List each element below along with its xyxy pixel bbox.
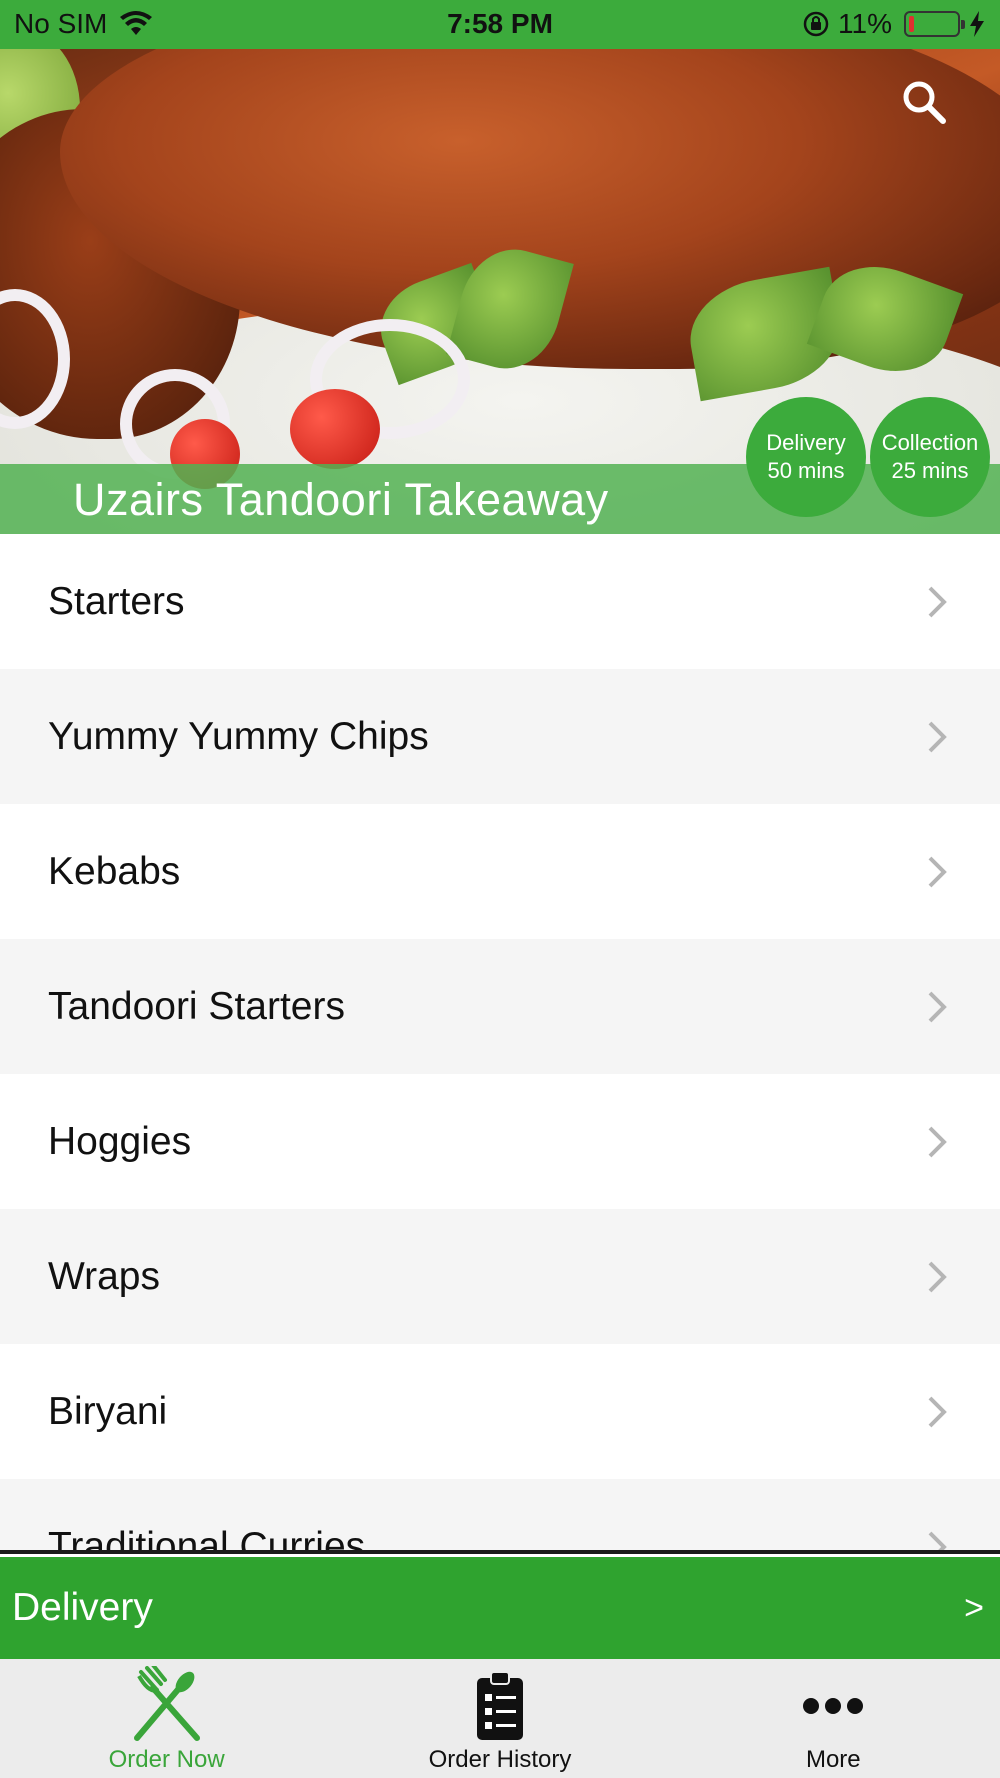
menu-item-tandoori-starters[interactable]: Tandoori Starters xyxy=(0,939,1000,1074)
delivery-badge-time: 50 mins xyxy=(767,458,845,483)
hero-banner: Uzairs Tandoori Takeaway Delivery 50 min… xyxy=(0,49,1000,534)
battery-percent: 11% xyxy=(838,8,892,39)
search-button[interactable] xyxy=(898,77,950,129)
chevron-right-icon xyxy=(928,856,947,887)
menu-item-label: Starters xyxy=(48,579,185,623)
menu-category-list[interactable]: Starters Yummy Yummy Chips Kebabs Tandoo… xyxy=(0,534,1000,1554)
menu-item-starters[interactable]: Starters xyxy=(0,534,1000,669)
menu-item-label: Hoggies xyxy=(48,1119,192,1163)
delivery-time-badge: Delivery 50 mins xyxy=(746,397,866,517)
fork-knife-icon xyxy=(127,1666,207,1746)
menu-item-yummy-yummy-chips[interactable]: Yummy Yummy Chips xyxy=(0,669,1000,804)
menu-item-label: Wraps xyxy=(48,1254,160,1298)
collection-badge-label: Collection xyxy=(881,430,979,455)
menu-item-label: Tandoori Starters xyxy=(48,984,345,1028)
tab-label: More xyxy=(805,1746,861,1773)
collection-badge-time: 25 mins xyxy=(891,458,969,483)
more-dots-icon xyxy=(802,1666,864,1746)
delivery-badge-label: Delivery xyxy=(766,430,846,455)
tab-more[interactable]: More xyxy=(667,1659,1000,1778)
delivery-mode-label: Delivery xyxy=(12,1586,153,1629)
menu-item-kebabs[interactable]: Kebabs xyxy=(0,804,1000,939)
battery-icon xyxy=(904,11,965,37)
list-divider xyxy=(0,1550,1000,1554)
chevron-right-icon xyxy=(928,721,947,752)
tab-order-history[interactable]: Order History xyxy=(333,1659,666,1778)
search-icon xyxy=(903,81,946,124)
chevron-right-icon xyxy=(928,991,947,1022)
menu-item-label: Biryani xyxy=(48,1389,168,1433)
charging-bolt-icon xyxy=(970,11,984,37)
status-right-group: 11% xyxy=(802,8,986,40)
menu-item-label: Yummy Yummy Chips xyxy=(48,714,429,758)
delivery-mode-arrow: > xyxy=(964,1588,984,1627)
status-bar: No SIM 7:58 PM 11% xyxy=(0,0,1000,49)
hero-tomato-image xyxy=(290,389,380,469)
tab-label: Order History xyxy=(428,1746,572,1773)
chevron-right-icon xyxy=(928,1396,947,1427)
bottom-tab-bar: Order Now Order History More xyxy=(0,1659,1000,1778)
tab-order-now[interactable]: Order Now xyxy=(0,1659,333,1778)
chevron-right-icon xyxy=(928,1261,947,1292)
chevron-right-icon xyxy=(928,1126,947,1157)
menu-item-wraps[interactable]: Wraps xyxy=(0,1209,1000,1344)
battery-fill xyxy=(909,16,914,32)
restaurant-name: Uzairs Tandoori Takeaway xyxy=(73,474,609,525)
delivery-mode-bar[interactable]: Delivery > xyxy=(0,1557,1000,1659)
chevron-right-icon xyxy=(928,586,947,617)
menu-item-hoggies[interactable]: Hoggies xyxy=(0,1074,1000,1209)
clipboard-list-icon xyxy=(475,1666,525,1746)
tab-label: Order Now xyxy=(108,1746,225,1773)
orientation-lock-icon xyxy=(803,11,829,37)
menu-item-label: Kebabs xyxy=(48,849,181,893)
menu-item-traditional-curries[interactable]: Traditional Curries xyxy=(0,1479,1000,1554)
collection-time-badge: Collection 25 mins xyxy=(870,397,990,517)
menu-item-biryani[interactable]: Biryani xyxy=(0,1344,1000,1479)
